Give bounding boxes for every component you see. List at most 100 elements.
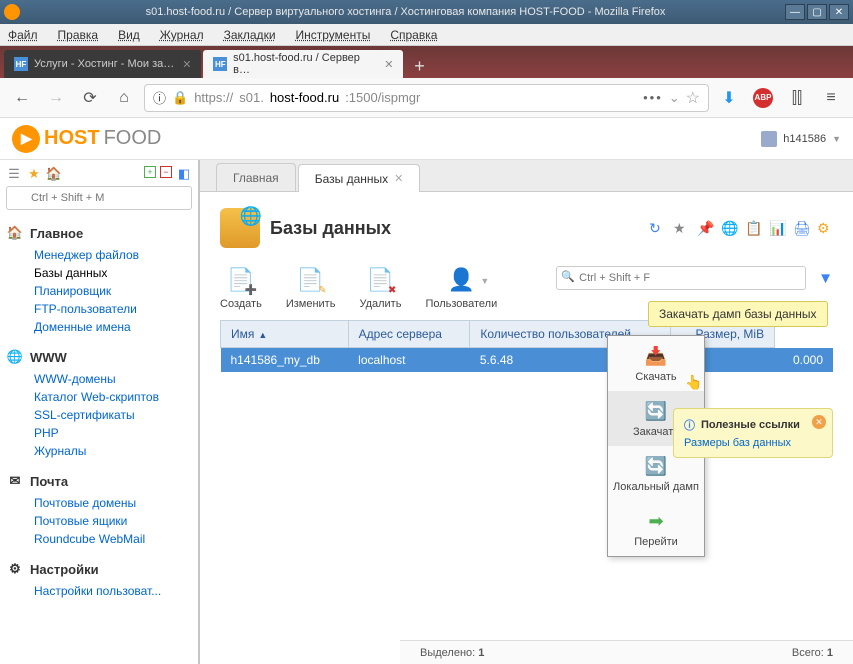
- sidebar-toggle-icon[interactable]: ◧: [176, 166, 192, 182]
- logo-text-host: HOST: [44, 127, 100, 150]
- sidebar-item-roundcube[interactable]: Roundcube WebMail: [34, 532, 192, 546]
- sidebar-item-databases[interactable]: Базы данных: [34, 266, 192, 280]
- new-tab-button[interactable]: +: [405, 54, 433, 78]
- collapse-icon[interactable]: −: [160, 166, 172, 178]
- sidebar-item-ssl[interactable]: SSL-сертификаты: [34, 408, 192, 422]
- sidebar-toolbar: ☰ ★ 🏠 + − ◧: [6, 166, 192, 182]
- menu-file[interactable]: Файл: [8, 28, 38, 42]
- sidebar-item-scheduler[interactable]: Планировщик: [34, 284, 192, 298]
- sidebar-item-webscripts[interactable]: Каталог Web-скриптов: [34, 390, 192, 404]
- settings-icon[interactable]: ⚙: [817, 220, 833, 236]
- globe-icon: 🌐: [6, 348, 24, 366]
- sidebar-item-domains[interactable]: Доменные имена: [34, 320, 192, 334]
- menu-button[interactable]: ≡: [817, 84, 845, 112]
- bookmark-star-icon[interactable]: ☆: [686, 88, 700, 108]
- menu-edit[interactable]: Правка: [58, 28, 99, 42]
- mail-icon: ✉: [6, 472, 24, 490]
- col-addr[interactable]: Адрес сервера: [348, 321, 470, 348]
- col-name[interactable]: Имя▲: [221, 321, 349, 348]
- info-icon: ⓘ: [684, 417, 695, 433]
- home-icon: 🏠: [6, 224, 24, 242]
- sidebar-item-mailboxes[interactable]: Почтовые ящики: [34, 514, 192, 528]
- logo[interactable]: HOSTFOOD: [12, 125, 161, 153]
- nav-group-mail: ✉ Почта Почтовые домены Почтовые ящики R…: [6, 472, 192, 546]
- star-icon[interactable]: ★: [26, 166, 42, 182]
- filter-input[interactable]: [556, 266, 806, 290]
- nav-group-settings: ⚙ Настройки Настройки пользоват...: [6, 560, 192, 598]
- menu-view[interactable]: Вид: [118, 28, 140, 42]
- print-icon[interactable]: 🖨: [793, 220, 809, 236]
- reload-button[interactable]: ⟳: [76, 84, 104, 112]
- dropdown-item-goto[interactable]: ➡ Перейти: [608, 501, 704, 556]
- export-icon[interactable]: 📊: [769, 220, 785, 236]
- tab-home[interactable]: Главная: [216, 163, 296, 191]
- delete-button[interactable]: 📄✖ Удалить: [359, 266, 401, 310]
- sidebar-search-input[interactable]: [6, 186, 192, 210]
- nav-group-title[interactable]: 🏠 Главное: [6, 224, 192, 242]
- users-button[interactable]: 👤▼ Пользователи: [425, 266, 497, 310]
- menu-help[interactable]: Справка: [390, 28, 437, 42]
- sidebar-item-php[interactable]: PHP: [34, 426, 192, 440]
- table-row[interactable]: h141586_my_db localhost 5.6.48 1 0.000: [221, 348, 834, 373]
- expand-icon[interactable]: +: [144, 166, 156, 178]
- menu-bookmarks[interactable]: Закладки: [224, 28, 276, 42]
- funnel-icon[interactable]: ▼: [818, 270, 833, 287]
- forward-button[interactable]: →: [42, 84, 70, 112]
- user-corner[interactable]: h141586 ▼: [761, 131, 841, 147]
- info-box: ✕ ⓘ Полезные ссылки Размеры баз данных: [673, 408, 833, 458]
- content-tabs: Главная Базы данных ✕: [200, 160, 853, 192]
- databases-icon: [220, 208, 260, 248]
- info-icon[interactable]: ⓘ: [153, 88, 166, 107]
- maximize-button[interactable]: ▢: [807, 4, 827, 20]
- close-button[interactable]: ✕: [829, 4, 849, 20]
- page-title: Базы данных: [270, 218, 391, 239]
- nav-group-title[interactable]: ⚙ Настройки: [6, 560, 192, 578]
- info-link[interactable]: Размеры баз данных: [684, 437, 822, 449]
- close-icon[interactable]: ✕: [812, 415, 826, 429]
- abp-button[interactable]: ABP: [749, 84, 777, 112]
- menubar: Файл Правка Вид Журнал Закладки Инструме…: [0, 24, 853, 46]
- nav-group-title[interactable]: ✉ Почта: [6, 472, 192, 490]
- user-icon: 👤▼: [447, 266, 475, 294]
- pin-icon[interactable]: 📌: [697, 220, 713, 236]
- sidebar-item-filemanager[interactable]: Менеджер файлов: [34, 248, 192, 262]
- chevron-down-icon: ▼: [480, 276, 489, 286]
- tab-databases[interactable]: Базы данных ✕: [298, 164, 421, 192]
- back-button[interactable]: ←: [8, 84, 36, 112]
- edit-button[interactable]: 📄✎ Изменить: [286, 266, 336, 310]
- minimize-button[interactable]: —: [785, 4, 805, 20]
- downloads-button[interactable]: ⬇: [715, 84, 743, 112]
- library-button[interactable]: ⫿⫿: [783, 84, 811, 112]
- url-input[interactable]: ⓘ 🔒 https://s01.host-food.ru:1500/ispmgr…: [144, 84, 709, 112]
- page-actions-icon[interactable]: •••: [643, 90, 663, 105]
- menu-history[interactable]: Журнал: [160, 28, 204, 42]
- sidebar-item-logs[interactable]: Журналы: [34, 444, 192, 458]
- copy-icon[interactable]: 📋: [745, 220, 761, 236]
- pocket-icon[interactable]: ⌄: [669, 90, 680, 106]
- sidebar-item-usersettings[interactable]: Настройки пользоват...: [34, 584, 192, 598]
- dump-icon: 🔄: [644, 454, 668, 478]
- refresh-icon[interactable]: ↻: [649, 220, 665, 236]
- tab-close-icon[interactable]: ✕: [394, 172, 403, 185]
- home-button[interactable]: ⌂: [110, 84, 138, 112]
- browser-tab[interactable]: HF Услуги - Хостинг - Мои за… ✕: [4, 50, 201, 78]
- home-icon[interactable]: 🏠: [46, 166, 62, 182]
- sidebar-item-ftp[interactable]: FTP-пользователи: [34, 302, 192, 316]
- tab-close-icon[interactable]: ✕: [182, 58, 191, 71]
- title-icons: ↻ ★ 📌 🌐 📋 📊 🖨 ⚙: [649, 220, 833, 236]
- tab-close-icon[interactable]: ✕: [384, 58, 393, 71]
- logo-text-food: FOOD: [104, 127, 162, 150]
- list-icon[interactable]: ☰: [6, 166, 22, 182]
- sidebar-item-maildomains[interactable]: Почтовые домены: [34, 496, 192, 510]
- databases-table: Имя▲ Адрес сервера Количество пользовате…: [220, 320, 833, 372]
- browser-tab[interactable]: HF s01.host-food.ru / Сервер в… ✕: [203, 50, 403, 78]
- nav-group-title[interactable]: 🌐 WWW: [6, 348, 192, 366]
- menu-tools[interactable]: Инструменты: [296, 28, 371, 42]
- sidebar-item-wwwdomains[interactable]: WWW-домены: [34, 372, 192, 386]
- create-button[interactable]: 📄➕ Создать: [220, 266, 262, 310]
- help-icon[interactable]: 🌐: [721, 220, 737, 236]
- url-path: :1500/ispmgr: [345, 90, 420, 105]
- sidebar-search-wrap: [6, 186, 192, 210]
- favorite-icon[interactable]: ★: [673, 220, 689, 236]
- content-inner: Базы данных ↻ ★ 📌 🌐 📋 📊 🖨 ⚙: [200, 192, 853, 388]
